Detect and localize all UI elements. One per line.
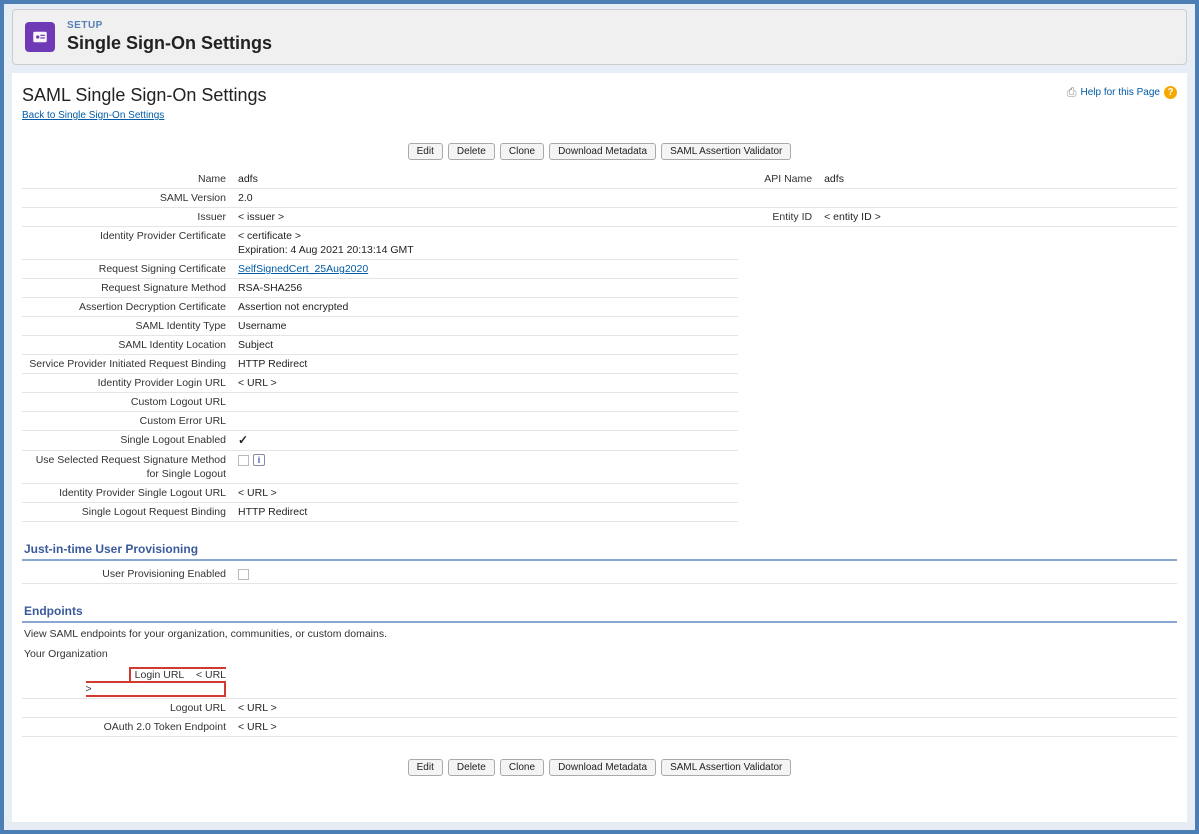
value-slo-binding: HTTP Redirect <box>232 503 738 522</box>
value-logout-url: < URL > <box>232 699 1177 718</box>
header-title: Single Sign-On Settings <box>67 33 272 54</box>
clone-button-bottom[interactable]: Clone <box>500 759 544 776</box>
info-icon[interactable]: i <box>253 454 265 466</box>
edit-button-bottom[interactable]: Edit <box>408 759 443 776</box>
value-entity-id: < entity ID > <box>818 208 1177 227</box>
idp-cert-expiration: Expiration: 4 Aug 2021 20:13:14 GMT <box>238 244 414 256</box>
label-slo-enabled: Single Logout Enabled <box>22 431 232 451</box>
label-name: Name <box>22 170 232 189</box>
jit-table: User Provisioning Enabled <box>22 565 1177 584</box>
endpoints-desc: View SAML endpoints for your organizatio… <box>22 623 1177 645</box>
label-idp-login: Identity Provider Login URL <box>22 374 232 393</box>
value-idp-login: < URL > <box>232 374 738 393</box>
label-issuer: Issuer <box>22 208 232 227</box>
value-idp-cert: < certificate > Expiration: 4 Aug 2021 20… <box>232 227 738 260</box>
value-saml-id-loc: Subject <box>232 336 738 355</box>
delete-button[interactable]: Delete <box>448 143 495 160</box>
button-row-top: Edit Delete Clone Download Metadata SAML… <box>22 143 1177 160</box>
app-frame: SETUP Single Sign-On Settings SAML Singl… <box>3 3 1196 831</box>
label-saml-id-loc: SAML Identity Location <box>22 336 232 355</box>
idp-cert-placeholder: < certificate > <box>238 230 301 242</box>
title-row: SAML Single Sign-On Settings Back to Sin… <box>22 85 1177 121</box>
value-saml-version: 2.0 <box>232 189 738 208</box>
login-url-highlight: Login URL < URL > <box>86 667 227 697</box>
label-logout-url: Logout URL <box>22 699 232 718</box>
saml-validator-button-bottom[interactable]: SAML Assertion Validator <box>661 759 791 776</box>
label-idp-cert: Identity Provider Certificate <box>22 227 232 260</box>
back-link[interactable]: Back to Single Sign-On Settings <box>22 110 164 121</box>
label-entity-id: Entity ID <box>738 208 818 227</box>
label-req-sign-cert: Request Signing Certificate <box>22 260 232 279</box>
topo-background: SETUP Single Sign-On Settings SAML Singl… <box>4 9 1195 822</box>
label-jit-enabled: User Provisioning Enabled <box>22 565 232 584</box>
label-sp-binding: Service Provider Initiated Request Bindi… <box>22 355 232 374</box>
endpoints-section-heading: Endpoints <box>22 600 1177 623</box>
label-custom-error: Custom Error URL <box>22 412 232 431</box>
label-saml-id-type: SAML Identity Type <box>22 317 232 336</box>
request-signing-cert-link[interactable]: SelfSignedCert_25Aug2020 <box>238 263 368 275</box>
your-org-subhead: Your Organization <box>22 645 1177 662</box>
value-custom-error <box>232 412 738 431</box>
label-req-sig-method: Request Signature Method <box>22 279 232 298</box>
help-link[interactable]: ⎙ Help for this Page ? <box>1067 85 1177 100</box>
header-labels: SETUP Single Sign-On Settings <box>67 20 272 54</box>
label-custom-logout: Custom Logout URL <box>22 393 232 412</box>
value-name: adfs <box>232 170 738 189</box>
help-text: Help for this Page <box>1081 87 1161 98</box>
value-saml-id-type: Username <box>232 317 738 336</box>
value-oauth-endpoint: < URL > <box>232 718 1177 737</box>
label-oauth-endpoint: OAuth 2.0 Token Endpoint <box>22 718 232 737</box>
label-api-name: API Name <box>738 170 818 189</box>
label-idp-slo-url: Identity Provider Single Logout URL <box>22 484 232 503</box>
value-req-sig-method: RSA-SHA256 <box>232 279 738 298</box>
label-slo-binding: Single Logout Request Binding <box>22 503 232 522</box>
detail-twocol: Nameadfs SAML Version2.0 Issuer< issuer … <box>22 166 1177 522</box>
main-panel: SAML Single Sign-On Settings Back to Sin… <box>12 73 1187 822</box>
download-metadata-button-bottom[interactable]: Download Metadata <box>549 759 656 776</box>
value-assert-decrypt: Assertion not encrypted <box>232 298 738 317</box>
button-row-bottom: Edit Delete Clone Download Metadata SAML… <box>22 759 1177 776</box>
clone-button[interactable]: Clone <box>500 143 544 160</box>
unchecked-box-icon <box>238 455 249 466</box>
checkmark-icon: ✓ <box>238 433 248 447</box>
label-login-url: Login URL <box>135 669 185 681</box>
saml-validator-button[interactable]: SAML Assertion Validator <box>661 143 791 160</box>
printer-icon: ⎙ <box>1067 85 1077 100</box>
details-right: API Nameadfs Entity ID< entity ID > <box>738 170 1177 227</box>
jit-unchecked-icon <box>238 569 249 580</box>
label-saml-version: SAML Version <box>22 189 232 208</box>
setup-icon <box>25 22 55 52</box>
details-left: Nameadfs SAML Version2.0 Issuer< issuer … <box>22 170 738 522</box>
label-assert-decrypt: Assertion Decryption Certificate <box>22 298 232 317</box>
value-custom-logout <box>232 393 738 412</box>
jit-section-heading: Just-in-time User Provisioning <box>22 538 1177 561</box>
value-issuer: < issuer > <box>232 208 738 227</box>
value-idp-slo-url: < URL > <box>232 484 738 503</box>
download-metadata-button[interactable]: Download Metadata <box>549 143 656 160</box>
edit-button[interactable]: Edit <box>408 143 443 160</box>
endpoints-table: Login URL < URL > Logout URL< URL > OAut… <box>22 666 1177 737</box>
page-title: SAML Single Sign-On Settings <box>22 85 266 106</box>
page-header: SETUP Single Sign-On Settings <box>12 9 1187 65</box>
help-icon: ? <box>1164 86 1177 99</box>
value-sp-binding: HTTP Redirect <box>232 355 738 374</box>
delete-button-bottom[interactable]: Delete <box>448 759 495 776</box>
label-use-selected: Use Selected Request Signature Method fo… <box>22 451 232 484</box>
header-eyebrow: SETUP <box>67 20 272 31</box>
title-block: SAML Single Sign-On Settings Back to Sin… <box>22 85 266 121</box>
value-api-name: adfs <box>818 170 1177 189</box>
